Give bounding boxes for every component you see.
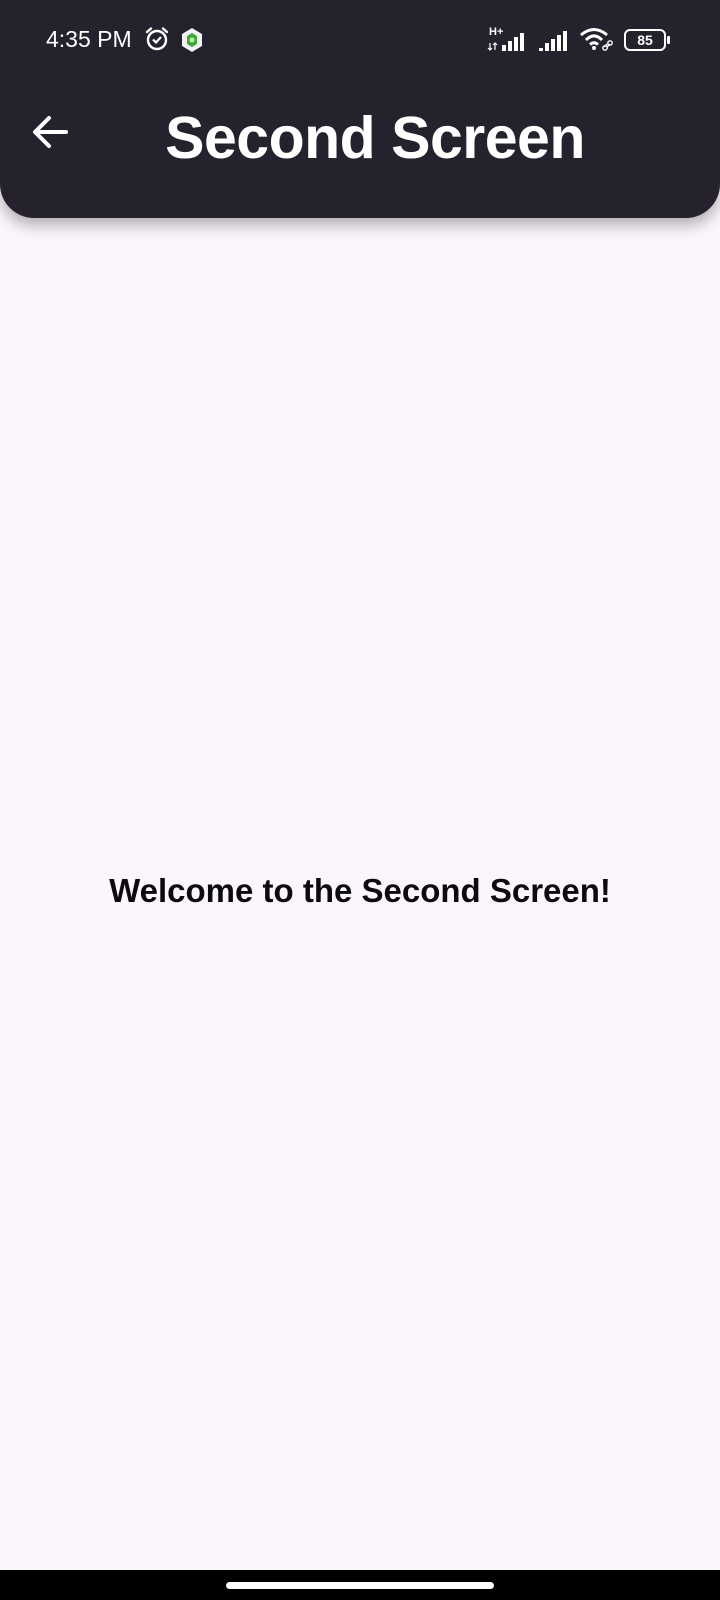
signal-icon bbox=[537, 30, 573, 52]
home-indicator[interactable] bbox=[226, 1582, 494, 1589]
back-button[interactable] bbox=[18, 100, 82, 164]
app-bar: 4:35 PM H+ 85 Second Screen bbox=[0, 0, 720, 218]
wifi-icon bbox=[579, 26, 615, 52]
arrow-back-icon bbox=[33, 116, 68, 148]
navigation-bar bbox=[0, 1570, 720, 1600]
status-bar: 4:35 PM H+ 85 bbox=[0, 0, 720, 80]
status-time: 4:35 PM bbox=[46, 26, 132, 52]
signal-icon bbox=[486, 30, 532, 52]
welcome-message: Welcome to the Second Screen! bbox=[109, 872, 611, 909]
battery-level: 85 bbox=[637, 32, 653, 48]
app-status-icon bbox=[180, 27, 204, 53]
content-area: Welcome to the Second Screen! bbox=[0, 218, 720, 1570]
alarm-icon bbox=[144, 26, 170, 52]
page-title: Second Screen bbox=[165, 105, 585, 171]
